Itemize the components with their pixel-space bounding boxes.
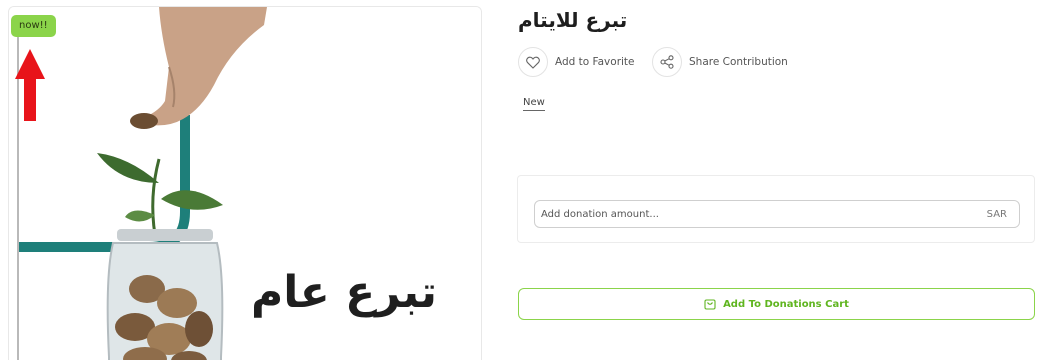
cart-button-label: Add To Donations Cart: [723, 298, 849, 310]
status-badge: now!!: [11, 15, 56, 37]
add-to-donations-cart-button[interactable]: Add To Donations Cart: [518, 288, 1035, 320]
share-icon: [652, 47, 682, 77]
product-image: تبرع عام: [9, 7, 481, 360]
share-label: Share Contribution: [689, 56, 788, 68]
favorite-label: Add to Favorite: [555, 56, 635, 68]
add-to-favorite-button[interactable]: Add to Favorite: [518, 47, 635, 77]
heart-icon: [518, 47, 548, 77]
red-arrow-icon: [15, 49, 45, 121]
donation-amount-input[interactable]: [541, 208, 987, 220]
new-tag[interactable]: New: [523, 97, 545, 111]
donation-amount-field[interactable]: SAR: [534, 200, 1020, 228]
share-contribution-button[interactable]: Share Contribution: [652, 47, 788, 77]
product-image-card: تبرع عام now!!: [8, 6, 482, 360]
cart-icon: [704, 295, 716, 314]
image-caption: تبرع عام: [251, 267, 437, 318]
currency-label: SAR: [986, 208, 1007, 220]
donation-box: SAR: [517, 175, 1035, 243]
page-title: تبرع للايتام: [518, 8, 628, 32]
